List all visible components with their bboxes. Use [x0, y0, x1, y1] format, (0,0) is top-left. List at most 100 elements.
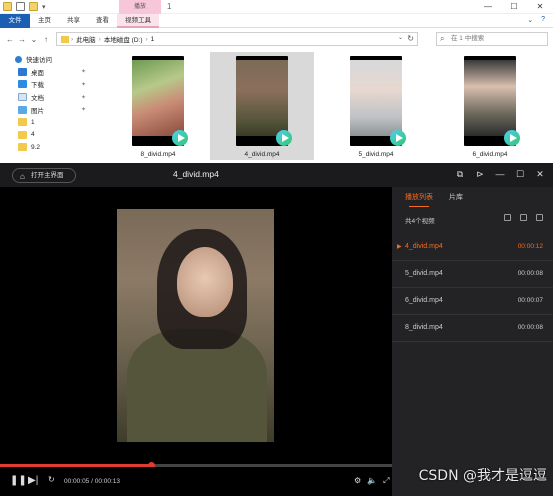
playlist-item-current[interactable]: ▶ 4_divid.mp4 00:00:12	[392, 234, 553, 261]
close-icon[interactable]: ✕	[527, 0, 553, 14]
breadcrumb-drive-d[interactable]: 本地磁盘 (D:)	[104, 34, 143, 44]
sidebar-item-folder-4[interactable]: 4	[0, 129, 92, 142]
video-file-icon	[504, 130, 520, 146]
close-icon[interactable]: ✕	[533, 167, 547, 181]
maximize-icon[interactable]: ☐	[501, 0, 527, 14]
pin-icon: ✦	[80, 107, 86, 114]
pin-icon: ✦	[80, 81, 86, 88]
player-title: 4_divid.mp4	[173, 169, 219, 179]
playlist-item[interactable]: 8_divid.mp4 00:00:08	[392, 315, 553, 342]
recent-dropdown-icon[interactable]: ⌄	[28, 35, 40, 44]
sidebar-item-downloads[interactable]: 下载 ✦	[0, 78, 92, 91]
open-main-interface-button[interactable]: ⌂ 打开主界面	[12, 168, 76, 183]
sidebar-item-label: 桌面	[31, 69, 44, 77]
tab-share[interactable]: 共享	[59, 14, 88, 28]
minimize-icon[interactable]: —	[475, 0, 501, 14]
playlist-item[interactable]: 6_divid.mp4 00:00:07	[392, 288, 553, 315]
settings-icon[interactable]: ⚙	[354, 476, 361, 486]
refresh-icon[interactable]: ↻	[407, 34, 414, 43]
tab-library[interactable]: 片库	[449, 187, 463, 209]
delete-icon[interactable]	[536, 214, 543, 221]
breadcrumb-this-pc[interactable]: 此电脑	[76, 34, 96, 44]
add-file-icon[interactable]	[520, 214, 527, 221]
sidebar-item-quick-access[interactable]: 快速访问	[0, 53, 92, 66]
checkbox-icon[interactable]	[16, 2, 25, 11]
minimize-icon[interactable]: —	[493, 167, 507, 181]
tab-view[interactable]: 查看	[88, 14, 117, 28]
file-explorer-window: ▾ 播放 1 — ☐ ✕ 文件 主页 共享 查看 视频工具 ⌄ ? ← → ⌄ …	[0, 0, 553, 163]
playlist-actions	[504, 214, 543, 221]
picture-icon	[18, 105, 27, 114]
loop-icon[interactable]: ↻	[48, 475, 55, 484]
file-item-selected[interactable]: 4_divid.mp4	[210, 52, 314, 160]
breadcrumb-chevron-icon: ›	[98, 35, 101, 43]
playlist-item-duration: 00:00:08	[517, 270, 543, 277]
pin-on-top-icon[interactable]: ⊳	[473, 167, 487, 181]
playlist: ▶ 4_divid.mp4 00:00:12 5_divid.mp4 00:00…	[392, 234, 553, 342]
search-icon: ⌕	[440, 34, 445, 43]
desktop-icon	[18, 67, 27, 76]
tab-home[interactable]: 主页	[30, 14, 59, 28]
tab-playlist[interactable]: 播放列表	[405, 187, 433, 209]
playing-indicator-icon: ▶	[397, 244, 402, 250]
folder-icon[interactable]	[3, 2, 12, 11]
pause-icon[interactable]: ❚❚	[10, 475, 27, 486]
breadcrumb-folder-1[interactable]: 1	[151, 36, 155, 43]
pin-icon: ✦	[80, 69, 86, 76]
explorer-titlebar: ▾ 播放 1 — ☐ ✕	[0, 0, 553, 14]
pin-icon: ✦	[80, 94, 86, 101]
back-icon[interactable]: ←	[4, 35, 16, 44]
player-window-controls: ⧉ ⊳ — ☐ ✕	[453, 167, 547, 181]
up-icon[interactable]: ↑	[40, 35, 52, 44]
window-controls: — ☐ ✕	[475, 0, 553, 14]
help-icon[interactable]: ?	[541, 16, 545, 24]
sidebar-item-folder-1[interactable]: 1	[0, 116, 92, 129]
playlist-item-duration: 00:00:08	[517, 324, 543, 331]
file-item[interactable]: 8_divid.mp4	[106, 52, 210, 160]
playlist-panel: 播放列表 片库 共4个视频 ▶ 4_divid.mp4 00:00:12 5_d…	[392, 187, 553, 496]
forward-icon[interactable]: →	[16, 35, 28, 44]
sidebar-item-pictures[interactable]: 图片 ✦	[0, 103, 92, 116]
expand-ribbon-icon[interactable]: ⌄	[527, 16, 533, 24]
volume-icon[interactable]: 🔈	[367, 476, 377, 486]
ribbon-right-controls: ⌄ ?	[527, 16, 545, 24]
download-icon	[18, 80, 27, 89]
screenshot-icon[interactable]: ⧉	[453, 167, 467, 181]
player-titlebar: ⌂ 打开主界面 4_divid.mp4 ⧉ ⊳ — ☐ ✕	[0, 163, 553, 187]
playlist-tabs: 播放列表 片库	[392, 187, 553, 209]
playlist-item[interactable]: 5_divid.mp4 00:00:08	[392, 261, 553, 288]
qat-dropdown-icon[interactable]: ▾	[42, 3, 46, 11]
playlist-item-name: 8_divid.mp4	[405, 324, 443, 331]
new-folder-icon[interactable]	[29, 2, 38, 11]
fullscreen-icon[interactable]: ⤢	[383, 476, 389, 486]
playlist-item-name: 4_divid.mp4	[405, 243, 443, 250]
sidebar-item-documents[interactable]: 文档 ✦	[0, 91, 92, 104]
video-file-icon	[390, 130, 406, 146]
sidebar-item-label: 图片	[31, 107, 44, 115]
time-display: 00:00:05 / 00:00:13	[64, 478, 121, 485]
context-tab-play[interactable]: 播放	[119, 0, 161, 14]
address-bar-row: ← → ⌄ ↑ › 此电脑 › 本地磁盘 (D:) › 1 ⌄ ↻ ⌕ 在 1 …	[0, 30, 553, 48]
file-item[interactable]: 6_divid.mp4	[438, 52, 542, 160]
playback-controls: ❚❚ ▶| ↻ 00:00:05 / 00:00:13 ⚙ 🔈 ⤢	[0, 467, 392, 496]
file-item[interactable]: 5_divid.mp4	[324, 52, 428, 160]
address-dropdown-icon[interactable]: ⌄	[398, 34, 403, 41]
tab-video-tools[interactable]: 视频工具	[117, 13, 159, 28]
next-icon[interactable]: ▶|	[28, 475, 38, 486]
address-bar[interactable]: › 此电脑 › 本地磁盘 (D:) › 1 ⌄ ↻	[56, 32, 418, 46]
sidebar-item-label: 4	[31, 131, 35, 139]
quick-access-toolbar: ▾	[3, 2, 46, 11]
sidebar-item-desktop[interactable]: 桌面 ✦	[0, 66, 92, 79]
file-name: 8_divid.mp4	[140, 151, 176, 158]
add-folder-icon[interactable]	[504, 214, 511, 221]
folder-icon	[18, 130, 27, 139]
tab-file[interactable]: 文件	[0, 13, 30, 28]
file-list: 8_divid.mp4 4_divid.mp4 5_divid.mp4 6_di…	[96, 48, 553, 163]
video-canvas[interactable]	[0, 187, 392, 465]
sidebar-item-folder-9-2[interactable]: 9.2	[0, 141, 92, 154]
video-player-window: ⌂ 打开主界面 4_divid.mp4 ⧉ ⊳ — ☐ ✕ 播放列表 片库 共4…	[0, 163, 553, 496]
star-icon	[15, 55, 22, 63]
document-icon	[18, 93, 27, 102]
search-input[interactable]: ⌕ 在 1 中搜索	[436, 32, 548, 46]
maximize-icon[interactable]: ☐	[513, 167, 527, 181]
